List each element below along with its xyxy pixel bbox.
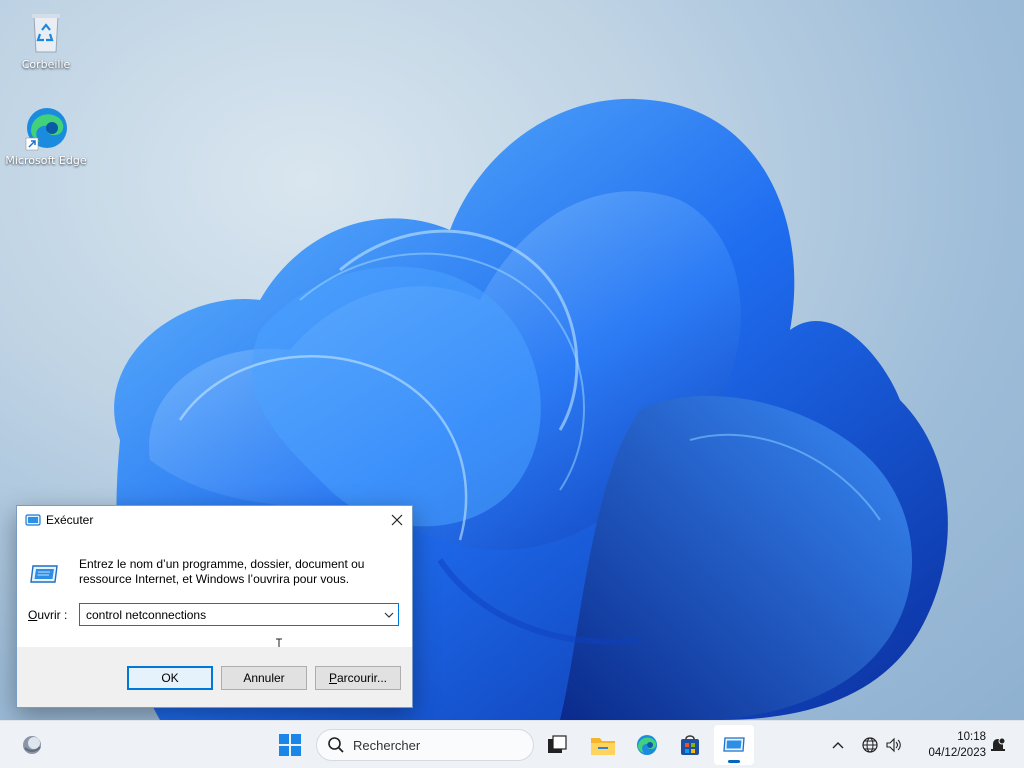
active-app-indicator — [728, 760, 740, 763]
task-view-icon — [548, 735, 567, 753]
file-explorer-button[interactable] — [583, 725, 623, 765]
run-dialog-description: Entrez le nom d’un programme, dossier, d… — [79, 557, 365, 586]
taskbar: Rechercher 10:18 04/12/2023 — [0, 720, 1024, 768]
search-icon — [328, 737, 344, 753]
taskbar-search[interactable]: Rechercher — [316, 729, 534, 761]
desktop-icon-label: Corbeille — [21, 58, 71, 71]
store-button[interactable] — [670, 725, 710, 765]
chevron-down-icon — [384, 612, 394, 618]
clock-time: 10:18 — [957, 731, 986, 743]
search-placeholder: Rechercher — [353, 737, 421, 753]
chevron-up-icon — [832, 742, 844, 749]
run-dialog-footer: OK Annuler Parcourir... — [17, 647, 412, 707]
edge-taskbar-button[interactable] — [627, 725, 667, 765]
task-view-button[interactable] — [537, 725, 577, 765]
run-dialog-titlebar[interactable]: Exécuter — [17, 506, 412, 534]
widgets-icon — [23, 736, 41, 754]
open-label: Ouvrir : — [28, 608, 67, 622]
close-icon — [391, 514, 403, 526]
edge-icon — [22, 104, 70, 152]
globe-icon — [862, 737, 878, 753]
clock-date: 04/12/2023 — [928, 747, 986, 759]
browse-button[interactable]: Parcourir... — [315, 666, 401, 690]
volume-button[interactable] — [882, 733, 906, 757]
run-taskbar-button[interactable] — [714, 725, 754, 765]
file-explorer-icon — [591, 738, 615, 755]
run-icon — [723, 737, 745, 752]
desktop-icon-recycle-bin[interactable]: Corbeille — [4, 8, 88, 71]
run-program-icon — [30, 565, 58, 583]
notifications-button[interactable] — [986, 733, 1010, 757]
start-button[interactable] — [270, 725, 310, 765]
open-label-accesskey: O — [28, 608, 38, 622]
open-combobox[interactable] — [79, 603, 399, 626]
open-label-text: uvrir : — [37, 608, 68, 622]
ok-button[interactable]: OK — [127, 666, 213, 690]
open-input[interactable] — [80, 604, 380, 625]
run-dialog-title: Exécuter — [46, 513, 94, 527]
start-icon — [279, 734, 301, 756]
edge-icon — [637, 735, 657, 755]
desktop-icon-label: Microsoft Edge — [5, 154, 87, 167]
close-button[interactable] — [382, 506, 412, 534]
widgets-button[interactable] — [12, 725, 52, 765]
store-icon — [681, 735, 699, 755]
dropdown-button[interactable] — [380, 612, 398, 618]
desktop-icon-edge[interactable]: Microsoft Edge — [4, 104, 88, 167]
browse-accesskey: P — [328, 671, 337, 685]
run-dialog-body: Entrez le nom d’un programme, dossier, d… — [17, 534, 412, 652]
show-hidden-icons-button[interactable] — [826, 733, 850, 757]
clock[interactable]: 10:18 04/12/2023 — [914, 729, 986, 761]
run-dialog: Exécuter Entrez le nom d’un programme, d… — [16, 505, 413, 708]
notification-bell-icon — [991, 737, 1006, 751]
speaker-icon — [886, 737, 901, 753]
network-button[interactable] — [858, 733, 882, 757]
recycle-bin-icon — [22, 8, 70, 56]
run-icon — [25, 514, 41, 526]
cancel-button[interactable]: Annuler — [221, 666, 307, 690]
browse-label: arcourir... — [337, 671, 388, 685]
